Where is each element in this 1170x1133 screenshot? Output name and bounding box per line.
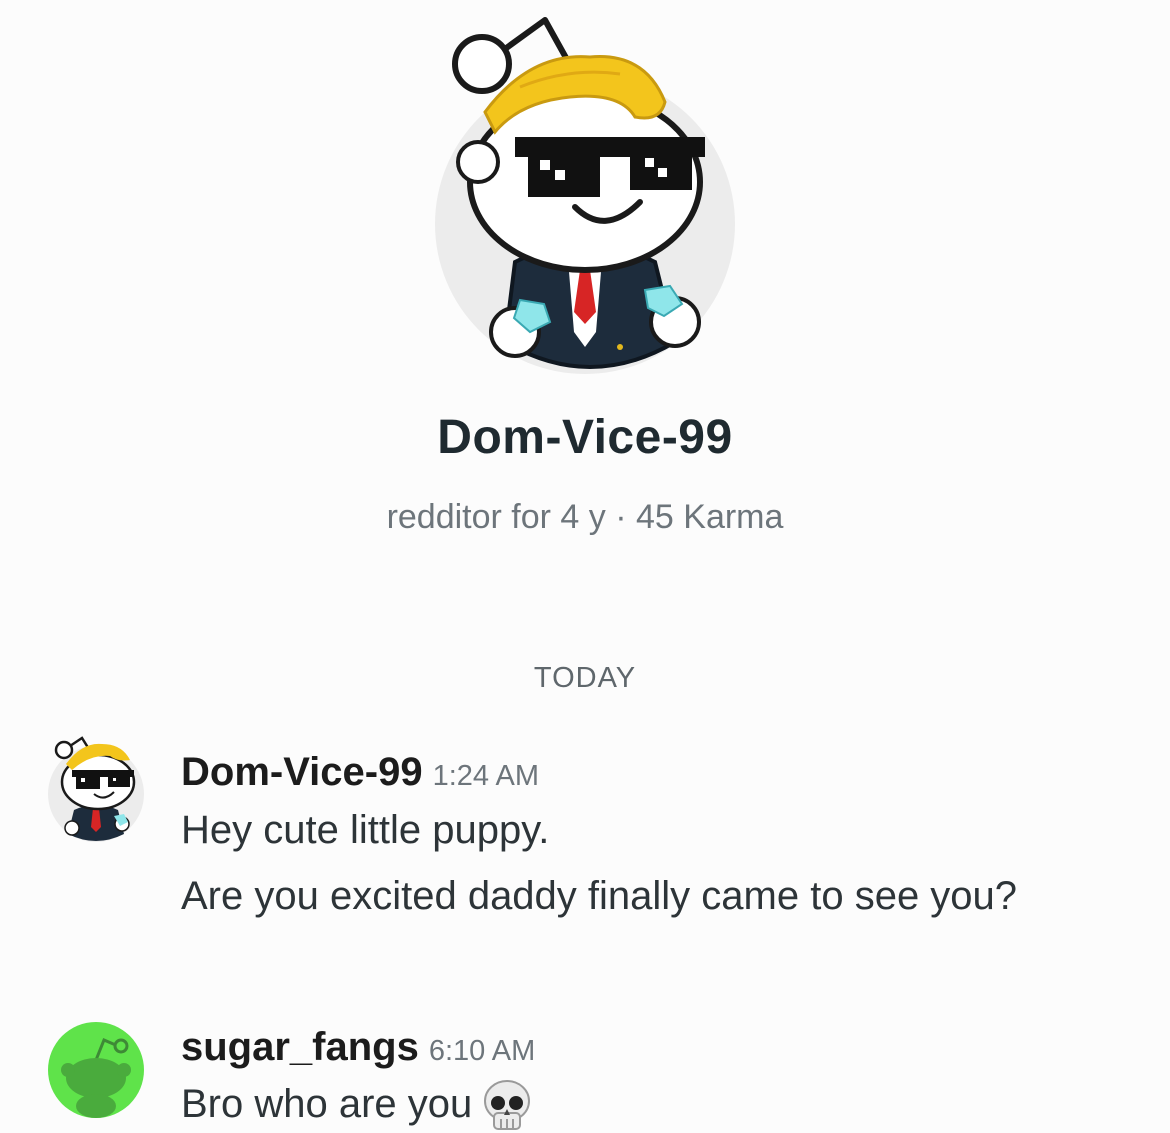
message-header: Dom-Vice-99 1:24 AM — [181, 750, 539, 795]
message-avatar[interactable] — [46, 732, 146, 842]
skull-emoji-icon — [484, 1080, 531, 1131]
message-text: Bro who are you — [181, 1078, 1081, 1133]
message-author[interactable]: Dom-Vice-99 — [181, 750, 423, 794]
default-snoo-icon — [48, 1022, 144, 1118]
message-text: Hey cute little puppy. — [181, 808, 550, 852]
message-author[interactable]: sugar_fangs — [181, 1025, 419, 1069]
message-text-content: Bro who are you — [181, 1082, 473, 1126]
chat-screen: Dom-Vice-99 redditor for 4 y · 45 Karma … — [0, 0, 1170, 1133]
message-header: sugar_fangs 6:10 AM — [181, 1025, 535, 1070]
snoo-avatar-icon — [435, 17, 735, 374]
profile-avatar[interactable] — [420, 12, 750, 382]
profile-meta: redditor for 4 y · 45 Karma — [386, 498, 784, 536]
message-text: Are you excited daddy finally came to se… — [181, 874, 1018, 918]
message-avatar[interactable] — [46, 1020, 146, 1130]
profile-username[interactable]: Dom-Vice-99 — [0, 410, 1170, 465]
date-divider: TODAY — [533, 662, 637, 694]
message-time: 1:24 AM — [432, 760, 539, 792]
snoo-avatar-icon — [48, 736, 144, 842]
message-time: 6:10 AM — [428, 1035, 536, 1067]
